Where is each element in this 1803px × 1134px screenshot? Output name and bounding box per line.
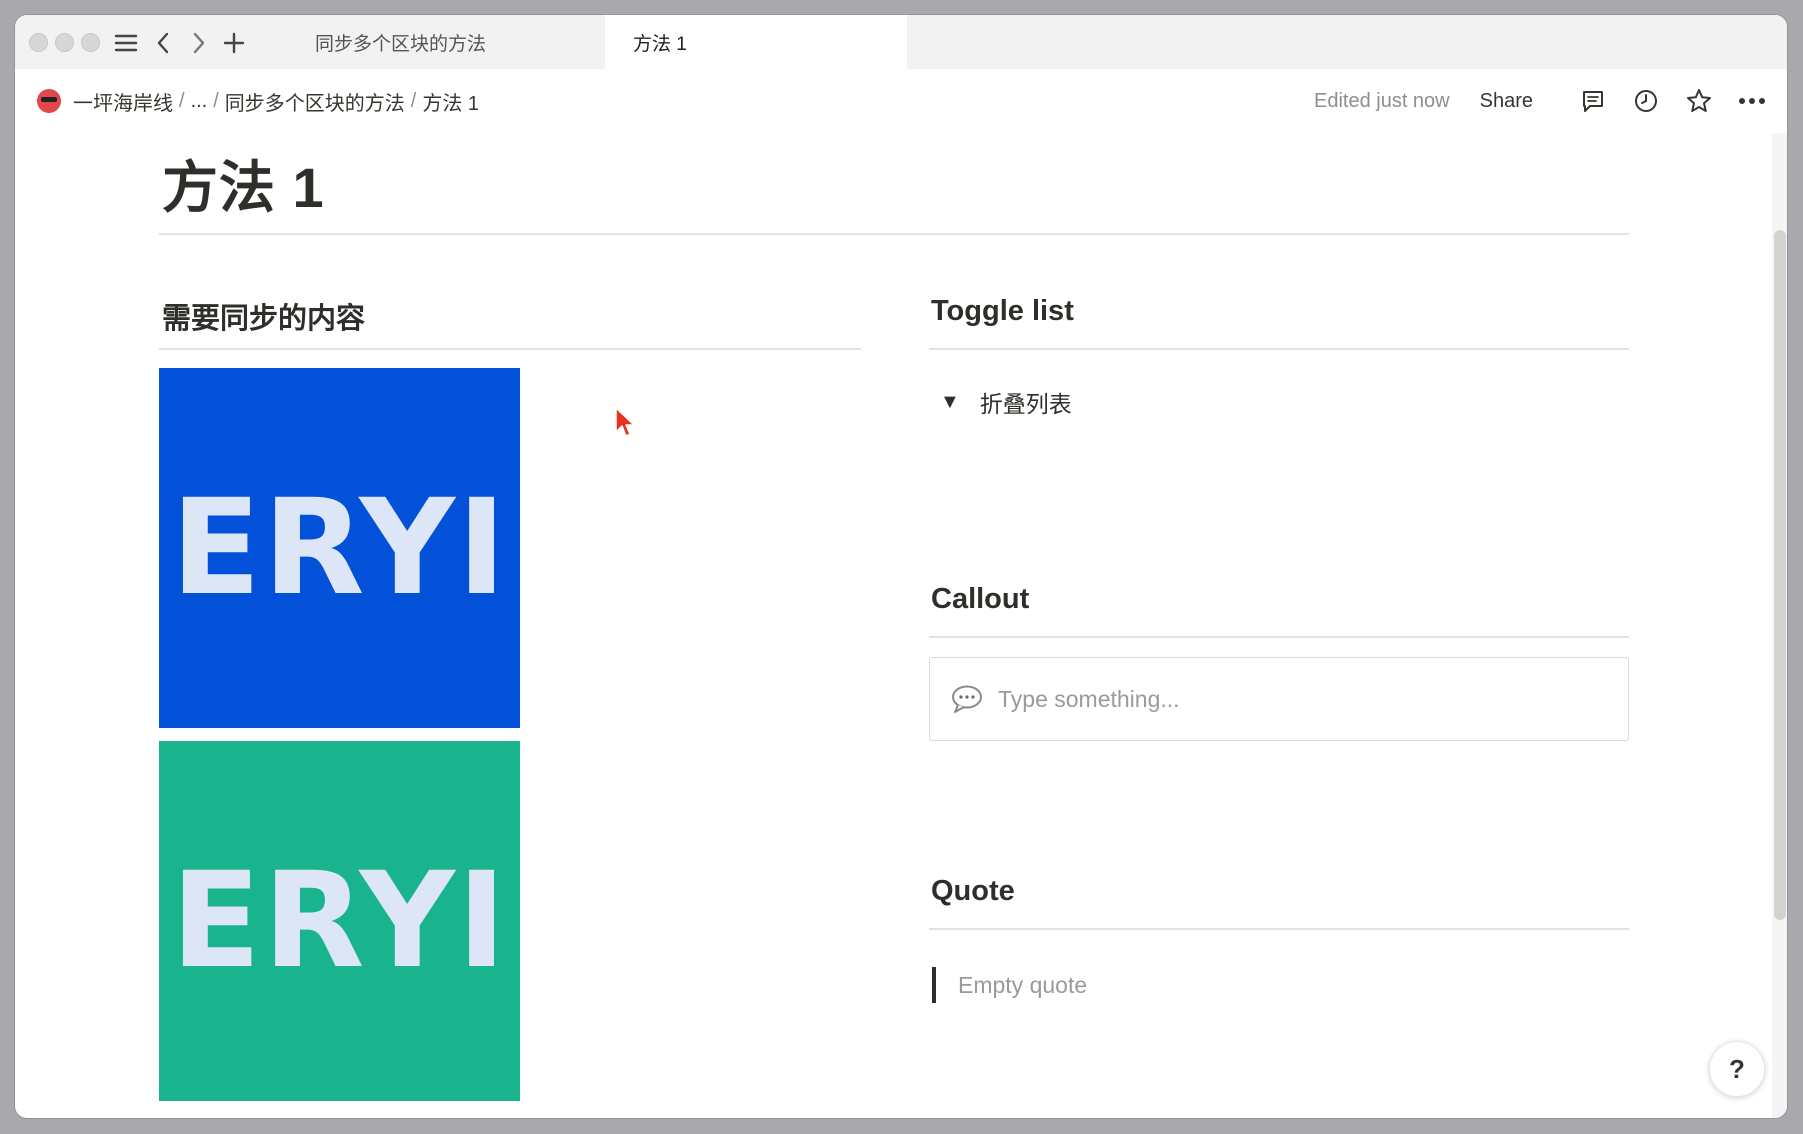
eryi-blue-image[interactable]: ERYI	[159, 368, 520, 728]
topbar-tools: Edited just now Share	[1314, 69, 1767, 133]
comment-icon[interactable]	[1578, 86, 1608, 116]
quote-block[interactable]: Empty quote	[932, 967, 1087, 1003]
minimize-window-button[interactable]	[55, 33, 74, 52]
callout-placeholder[interactable]: Type something...	[998, 686, 1180, 713]
callout-heading-divider	[929, 636, 1629, 638]
workspace-avatar-icon[interactable]	[37, 89, 61, 113]
edited-status: Edited just now	[1313, 89, 1450, 112]
app-window: 同步多个区块的方法 方法 1 一坪海岸线 / ... / 同步多个区块的方法 /…	[15, 15, 1787, 1118]
tab-bar: 同步多个区块的方法 方法 1	[15, 15, 1787, 69]
breadcrumb-parent[interactable]: 同步多个区块的方法	[225, 87, 405, 116]
callout-block[interactable]: Type something...	[929, 657, 1629, 741]
back-arrow-icon[interactable]	[148, 28, 178, 58]
help-button[interactable]: ?	[1709, 1041, 1765, 1097]
toggle-item: ▼ 折叠列表	[940, 385, 1072, 419]
toggle-item-label[interactable]: 折叠列表	[980, 385, 1072, 419]
page-title[interactable]: 方法 1	[162, 143, 325, 224]
star-icon[interactable]	[1684, 86, 1714, 116]
more-icon[interactable]	[1737, 86, 1767, 116]
page-topbar: 一坪海岸线 / ... / 同步多个区块的方法 / 方法 1 Edited ju…	[15, 69, 1787, 133]
tab-method-1[interactable]: 方法 1	[605, 15, 907, 69]
image-text: ERYI	[170, 844, 509, 998]
quote-heading[interactable]: Quote	[931, 875, 1015, 908]
left-heading-divider	[159, 348, 861, 350]
breadcrumb-ellipsis[interactable]: ...	[191, 90, 208, 113]
quote-placeholder[interactable]: Empty quote	[958, 972, 1087, 999]
image-text: ERYI	[170, 471, 509, 625]
breadcrumb-current[interactable]: 方法 1	[422, 87, 479, 116]
quote-heading-divider	[929, 928, 1629, 930]
toggle-heading-divider	[929, 348, 1629, 350]
breadcrumb-separator: /	[213, 89, 219, 112]
forward-arrow-icon[interactable]	[184, 28, 214, 58]
toggle-list-heading[interactable]: Toggle list	[931, 295, 1074, 328]
eryi-green-image[interactable]: ERYI	[159, 741, 520, 1101]
scrollbar-thumb[interactable]	[1774, 230, 1786, 920]
speech-bubble-icon[interactable]	[950, 684, 984, 714]
toggle-triangle-icon[interactable]: ▼	[940, 391, 960, 414]
title-divider	[159, 233, 1629, 235]
zoom-window-button[interactable]	[81, 33, 100, 52]
sync-content-heading[interactable]: 需要同步的内容	[162, 295, 365, 337]
share-button[interactable]: Share	[1480, 90, 1533, 113]
new-tab-plus-icon[interactable]	[219, 28, 249, 58]
tab-sync-methods[interactable]: 同步多个区块的方法	[265, 15, 605, 69]
callout-heading[interactable]: Callout	[931, 583, 1029, 616]
breadcrumb-workspace[interactable]: 一坪海岸线	[73, 87, 173, 116]
quote-bar	[932, 967, 936, 1003]
breadcrumb-separator: /	[410, 89, 417, 112]
history-icon[interactable]	[1631, 86, 1661, 116]
breadcrumb-separator: /	[179, 89, 185, 112]
sidebar-menu-icon[interactable]	[111, 28, 141, 58]
tab-label: 方法 1	[633, 33, 687, 55]
close-window-button[interactable]	[29, 33, 48, 52]
breadcrumb: 一坪海岸线 / ... / 同步多个区块的方法 / 方法 1	[37, 69, 479, 133]
tab-label: 同步多个区块的方法	[315, 33, 487, 55]
mouse-cursor-icon	[614, 406, 638, 445]
